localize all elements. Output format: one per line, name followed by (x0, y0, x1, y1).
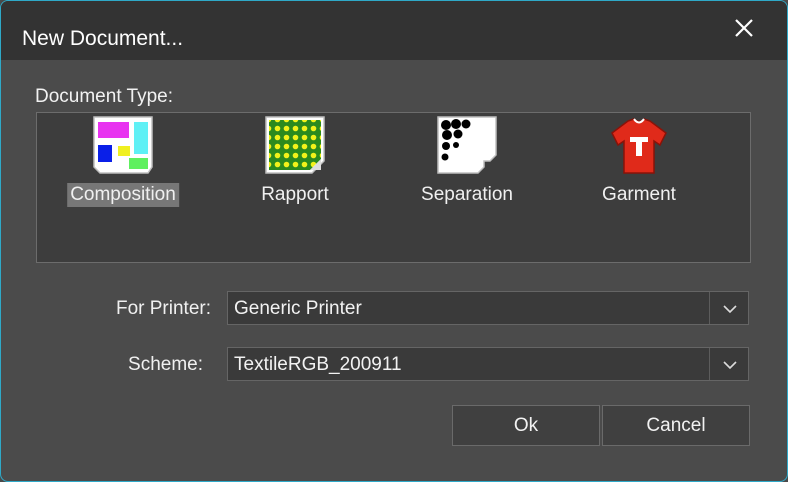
document-type-garment[interactable]: Garment (564, 113, 714, 223)
cancel-button[interactable]: Cancel (602, 405, 750, 446)
document-type-separation-label: Separation (421, 184, 513, 205)
document-type-rapport[interactable]: Rapport (220, 113, 370, 223)
rapport-icon (264, 115, 326, 177)
title-bar[interactable]: New Document... (1, 1, 787, 60)
scheme-label: Scheme: (128, 354, 203, 375)
document-type-composition[interactable]: Composition (48, 113, 198, 223)
dialog-title: New Document... (22, 27, 184, 50)
scheme-value: TextileRGB_200911 (234, 354, 402, 375)
separation-icon (436, 115, 498, 177)
document-type-garment-label: Garment (602, 184, 676, 205)
dropdown-divider (709, 292, 710, 324)
document-type-composition-label: Composition (67, 183, 179, 207)
composition-icon (92, 115, 154, 177)
document-type-list: Composition Rapport Separation Garment (36, 112, 751, 263)
scheme-select[interactable]: TextileRGB_200911 (227, 347, 749, 381)
chevron-down-icon[interactable] (723, 358, 737, 370)
printer-label: For Printer: (115, 298, 211, 319)
document-type-separation[interactable]: Separation (392, 113, 542, 223)
chevron-down-icon[interactable] (723, 302, 737, 314)
ok-button[interactable]: Ok (452, 405, 600, 446)
document-type-rapport-label: Rapport (261, 184, 329, 205)
new-document-dialog: New Document... Document Type: Compositi… (0, 0, 788, 482)
printer-select[interactable]: Generic Printer (227, 291, 749, 325)
printer-value: Generic Printer (234, 298, 362, 319)
document-type-label: Document Type: (35, 86, 174, 107)
dropdown-divider (709, 348, 710, 380)
close-icon[interactable] (731, 15, 757, 41)
garment-icon (608, 115, 670, 177)
